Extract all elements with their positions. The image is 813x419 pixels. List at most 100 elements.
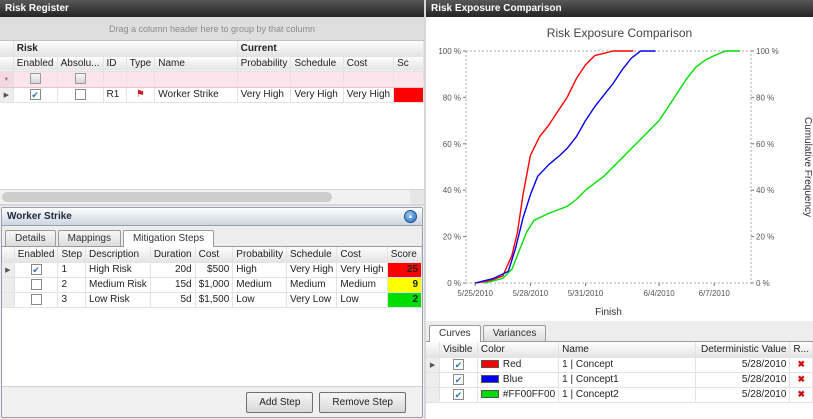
cell-remove: ✖ — [790, 387, 813, 402]
column-header-cost[interactable]: Cost — [343, 56, 393, 71]
column-header-visible[interactable]: Visible — [440, 342, 478, 357]
cell-score: 25 — [387, 262, 421, 277]
risk-detail-panel: Worker Strike ▲ DetailsMappingsMitigatio… — [1, 207, 423, 418]
y-tick-label-right: 0 % — [756, 279, 770, 288]
cell-color: Red — [477, 357, 558, 372]
tab-mappings[interactable]: Mappings — [58, 230, 121, 246]
filter-row[interactable]: ▼ — [0, 71, 424, 87]
cell-name: 1 | Concept2 — [559, 387, 696, 402]
tab-mitigation-steps[interactable]: Mitigation Steps — [123, 230, 214, 247]
cell-impact-cost: Medium — [337, 277, 387, 292]
group-by-area[interactable]: Drag a column header here to group by th… — [0, 17, 424, 41]
column-header-probability[interactable]: Probability — [237, 56, 291, 71]
cell-impact-cost: Low — [337, 292, 387, 307]
curve-row[interactable]: ▶ ✔ Red 1 | Concept 5/28/2010 ✖ — [426, 357, 813, 372]
tab-details[interactable]: Details — [5, 230, 56, 246]
tab-curves[interactable]: Curves — [429, 325, 481, 342]
column-header-description[interactable]: Description — [86, 247, 151, 262]
cell-cost: Very High — [343, 87, 393, 102]
column-header-enabled[interactable]: Enabled — [13, 56, 57, 71]
risk-register-table: Risk CurrentEnabledAbsolu...IDTypeNamePr… — [0, 41, 424, 103]
checkbox[interactable] — [31, 294, 42, 305]
cell-step: 3 — [58, 292, 86, 307]
cell-step: 1 — [58, 262, 86, 277]
risk-row[interactable]: ▶ ✔ R1 ⚑ Worker Strike Very High Very Hi… — [0, 87, 424, 102]
column-header-duration[interactable]: Duration — [150, 247, 195, 262]
column-header-schedule[interactable]: Schedule — [286, 247, 336, 262]
risk-exposure-chart: 0 %0 %20 %20 %40 %40 %60 %60 %80 %80 %10… — [426, 43, 813, 319]
column-header-cost[interactable]: Cost — [195, 247, 233, 262]
risk-register-hscrollbar[interactable] — [0, 189, 424, 204]
cell-name: 1 | Concept1 — [559, 372, 696, 387]
curve-row[interactable]: ✔ Blue 1 | Concept1 5/28/2010 ✖ — [426, 372, 813, 387]
cell-description: High Risk — [86, 262, 151, 277]
column-header-type[interactable]: Type — [126, 56, 155, 71]
column-header-sc[interactable]: Sc — [394, 56, 424, 71]
column-header-step[interactable]: Step — [58, 247, 86, 262]
filter-button[interactable] — [75, 73, 86, 84]
mitigation-step-row[interactable]: 2 Medium Risk 15d $1,000 Medium Medium M… — [2, 277, 422, 292]
cell-deterministic-value: 5/28/2010 — [695, 357, 790, 372]
cell-deterministic-value: 5/28/2010 — [695, 372, 790, 387]
hscrollbar-corner — [410, 190, 424, 204]
tab-variances[interactable]: Variances — [483, 325, 547, 341]
checkbox[interactable]: ✔ — [453, 389, 464, 400]
color-swatch — [481, 360, 499, 368]
hscrollbar-thumb[interactable] — [2, 192, 332, 202]
column-header-deterministic-value[interactable]: Deterministic Value — [695, 342, 790, 357]
cell-enabled: ✔ — [13, 87, 57, 102]
column-header-absolu[interactable]: Absolu... — [57, 56, 103, 71]
cell-enabled — [14, 277, 58, 292]
column-header-enabled[interactable]: Enabled — [14, 247, 58, 262]
plot-area — [466, 51, 751, 283]
cell-schedule: Medium — [286, 277, 336, 292]
column-header-cost[interactable]: Cost — [337, 247, 387, 262]
cell-id: R1 — [103, 87, 126, 102]
risk-register-titlebar: Risk Register — [0, 0, 424, 17]
cell-visible: ✔ — [440, 357, 478, 372]
column-header-name[interactable]: Name — [155, 56, 237, 71]
y-tick-label: 20 % — [443, 233, 461, 242]
mitigation-button-row: Add Step Remove Step — [2, 387, 422, 417]
column-header-row: VisibleColorNameDeterministic ValueR... — [426, 342, 813, 357]
risk-register-panel: Risk Register Drag a column header here … — [0, 0, 424, 206]
delete-curve-icon[interactable]: ✖ — [797, 374, 805, 384]
cell-probability: High — [233, 262, 287, 277]
column-header-probability[interactable]: Probability — [233, 247, 287, 262]
cell-description: Medium Risk — [86, 277, 151, 292]
curves-panel: CurvesVariances VisibleColorNameDetermin… — [426, 321, 813, 419]
checkbox[interactable]: ✔ — [453, 359, 464, 370]
curve-row[interactable]: ✔ #FF00FF00 1 | Concept2 5/28/2010 ✖ — [426, 387, 813, 402]
mitigation-step-row[interactable]: ▶ ✔ 1 High Risk 20d $500 High Very High … — [2, 262, 422, 277]
remove-step-button[interactable]: Remove Step — [319, 392, 406, 413]
band-header-row: Risk Current — [0, 41, 424, 56]
current-row-icon: ▶ — [430, 362, 435, 369]
delete-curve-icon[interactable]: ✖ — [797, 359, 805, 369]
y-axis-label: Cumulative Frequency — [802, 117, 813, 217]
column-header-r[interactable]: R... — [790, 342, 813, 357]
checkbox[interactable]: ✔ — [30, 89, 41, 100]
column-header-color[interactable]: Color — [477, 342, 558, 357]
checkbox[interactable] — [75, 89, 86, 100]
collapse-panel-button[interactable]: ▲ — [404, 210, 417, 223]
y-tick-label-right: 40 % — [756, 186, 774, 195]
column-header-schedule[interactable]: Schedule — [291, 56, 343, 71]
cell-type: ⚑ — [126, 87, 155, 102]
mitigation-steps-table: EnabledStepDescriptionDurationCostProbab… — [2, 247, 422, 308]
column-header-score[interactable]: Score — [387, 247, 421, 262]
checkbox[interactable]: ✔ — [453, 374, 464, 385]
delete-curve-icon[interactable]: ✖ — [797, 389, 805, 399]
band-current[interactable]: Current — [237, 41, 423, 56]
cell-impact-cost: Very High — [337, 262, 387, 277]
risk-exposure-panel-title: Risk Exposure Comparison — [431, 3, 562, 14]
checkbox[interactable]: ✔ — [31, 264, 42, 275]
right-pane: Risk Exposure Comparison Risk Exposure C… — [424, 0, 813, 419]
checkbox[interactable] — [31, 279, 42, 290]
column-header-name[interactable]: Name — [559, 342, 696, 357]
add-step-button[interactable]: Add Step — [246, 392, 313, 413]
column-header-id[interactable]: ID — [103, 56, 126, 71]
cell-probability: Low — [233, 292, 287, 307]
band-risk[interactable]: Risk — [13, 41, 237, 56]
mitigation-step-row[interactable]: 3 Low Risk 5d $1,500 Low Very Low Low 2 — [2, 292, 422, 307]
filter-button[interactable] — [30, 73, 41, 84]
